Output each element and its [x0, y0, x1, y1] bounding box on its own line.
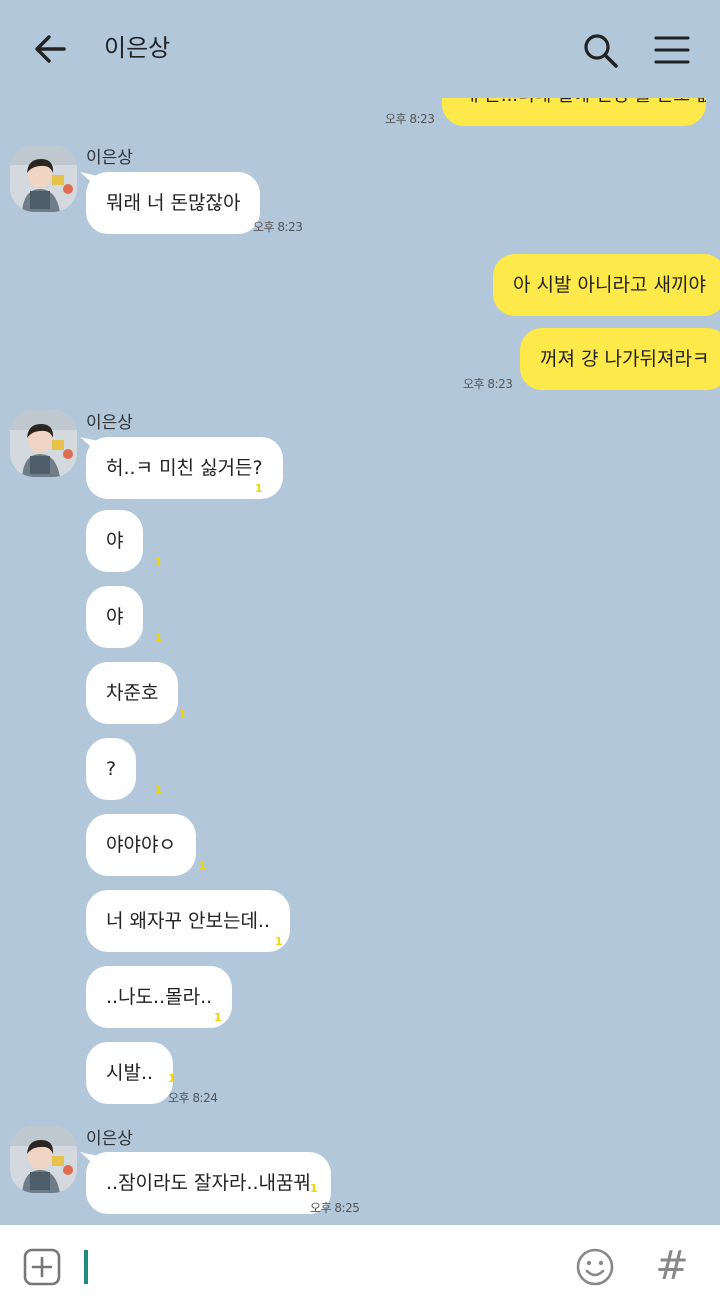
- message-text: ..잠이라도 잘자라..내꿈꿔: [106, 1172, 311, 1194]
- unread-count: 1: [168, 1072, 176, 1085]
- unread-count: 1: [255, 482, 263, 495]
- message-bubble-incoming[interactable]: 야야야ㅇ: [86, 814, 196, 876]
- message-input[interactable]: [84, 1250, 88, 1284]
- unread-count: 1: [155, 631, 163, 644]
- unread-count: 1: [155, 783, 163, 796]
- menu-icon: [654, 36, 690, 64]
- plus-square-icon: [23, 1248, 61, 1286]
- avatar[interactable]: [10, 145, 77, 212]
- message-bubble-incoming[interactable]: ?: [86, 738, 137, 800]
- message-text: 야: [106, 530, 124, 552]
- emoji-button[interactable]: [574, 1246, 616, 1288]
- message-text: 뭐래 너 돈많잖아: [106, 192, 241, 214]
- message-bubble-outgoing[interactable]: 꺼져 걍 나가뒤져라ㅋ: [520, 328, 720, 390]
- message-bubble-outgoing[interactable]: 아 시발 아니라고 새끼야: [493, 254, 720, 316]
- sender-name: 이은상: [86, 413, 133, 433]
- message-text: ..나도..몰라..: [106, 986, 213, 1008]
- message-text: 시발..: [106, 1062, 154, 1084]
- message-text: 허..ㅋ 미친 싫거든?: [106, 457, 263, 479]
- message-text: 아 시발 아니라고 새끼야: [513, 274, 706, 296]
- search-button[interactable]: [580, 30, 620, 70]
- attach-button[interactable]: [22, 1247, 62, 1287]
- arrow-left-icon: [35, 35, 66, 63]
- message-time: 오후 8:24: [168, 1091, 218, 1105]
- message-time: 오후 8:23: [253, 220, 303, 234]
- message-bubble-incoming[interactable]: 뭐래 너 돈많잖아: [86, 172, 261, 234]
- message-text: 야야야ㅇ: [106, 834, 176, 856]
- message-text: 꺼져 걍 나가뒤져라ㅋ: [540, 348, 710, 370]
- search-icon: [584, 34, 618, 68]
- sender-name: 이은상: [86, 148, 133, 168]
- unread-count: 1: [179, 708, 187, 721]
- unread-count: 1: [155, 556, 163, 569]
- message-time: 오후 8:23: [463, 377, 513, 391]
- smile-icon: [576, 1248, 614, 1286]
- message-bubble-incoming[interactable]: 야: [86, 510, 144, 572]
- message-time: 오후 8:25: [310, 1201, 360, 1215]
- message-bubble-incoming[interactable]: 차준호: [86, 662, 179, 724]
- message-time: 오후 8:23: [385, 112, 435, 126]
- menu-button[interactable]: [652, 30, 692, 70]
- message-text: ?: [106, 758, 117, 780]
- message-bubble-incoming[interactable]: 시발..: [86, 1042, 174, 1104]
- hashtag-button[interactable]: #: [652, 1244, 692, 1288]
- unread-count: 1: [199, 859, 207, 872]
- bubble-tail: [692, 254, 710, 270]
- chat-area[interactable]: 내 돈...너네 일에 신경 쓸 돈도 없거든 오후 8:23 이은상 뭐래 너…: [0, 0, 720, 1225]
- chat-header: 이은상: [0, 0, 720, 98]
- message-bubble-incoming[interactable]: 허..ㅋ 미친 싫거든?: [86, 437, 283, 499]
- message-text: 너 왜자꾸 안보는데..: [106, 910, 270, 932]
- avatar[interactable]: [10, 1126, 77, 1193]
- message-bubble-incoming[interactable]: 너 왜자꾸 안보는데..: [86, 890, 290, 952]
- back-button[interactable]: [30, 30, 70, 70]
- unread-count: 1: [275, 935, 283, 948]
- chat-title: 이은상: [104, 34, 171, 62]
- message-text: 야: [106, 606, 124, 628]
- message-bubble-incoming[interactable]: 야: [86, 586, 144, 648]
- avatar[interactable]: [10, 410, 77, 477]
- unread-count: 1: [310, 1182, 318, 1195]
- message-bubble-incoming[interactable]: ..잠이라도 잘자라..내꿈꿔: [86, 1152, 331, 1214]
- message-text: 차준호: [106, 682, 159, 704]
- sender-name: 이은상: [86, 1129, 133, 1149]
- unread-count: 1: [214, 1011, 222, 1024]
- message-bubble-incoming[interactable]: ..나도..몰라..: [86, 966, 233, 1028]
